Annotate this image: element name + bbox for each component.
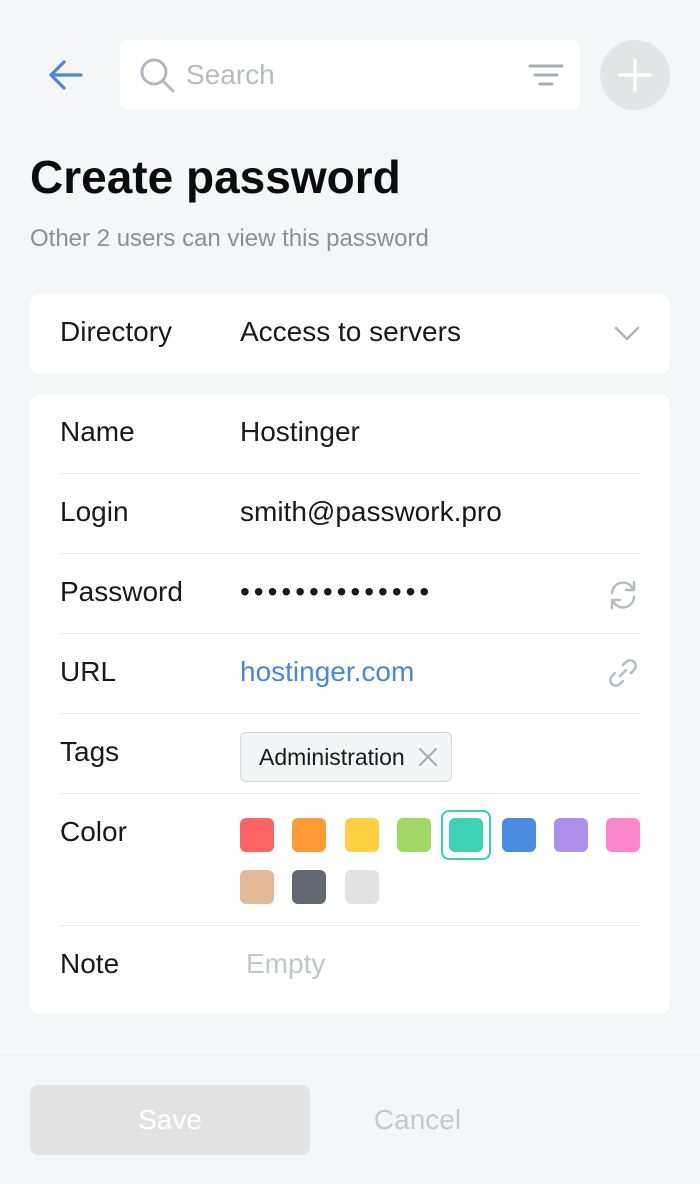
name-label: Name <box>60 416 135 447</box>
url-link[interactable]: hostinger.com <box>240 656 414 688</box>
color-swatch[interactable] <box>345 870 379 904</box>
add-button[interactable] <box>600 40 670 110</box>
name-field[interactable]: Hostinger <box>240 416 360 448</box>
search-icon <box>140 58 175 93</box>
url-row: URL hostinger.com <box>60 656 640 696</box>
note-label: Note <box>60 948 120 979</box>
password-label: Password <box>60 576 183 607</box>
refresh-icon[interactable] <box>606 578 640 612</box>
color-swatch[interactable] <box>397 818 431 852</box>
selected-color-ring[interactable] <box>441 810 491 860</box>
divider <box>60 553 640 554</box>
page-subtitle: Other 2 users can view this password <box>30 225 429 252</box>
color-row: Color <box>60 810 640 916</box>
color-label: Color <box>60 816 127 847</box>
divider <box>60 713 640 714</box>
directory-select[interactable]: Directory Access to servers <box>30 294 670 374</box>
filter-icon[interactable] <box>524 58 568 92</box>
divider <box>60 633 640 634</box>
directory-value[interactable]: Access to servers <box>240 316 461 348</box>
tag-label: Administration <box>259 743 405 770</box>
directory-label: Directory <box>60 316 173 347</box>
login-field[interactable]: smith@passwork.pro <box>240 496 502 528</box>
color-swatch[interactable] <box>554 818 588 852</box>
cancel-button[interactable]: Cancel <box>330 1085 505 1155</box>
color-swatch[interactable] <box>240 818 274 852</box>
color-swatch[interactable] <box>292 818 326 852</box>
color-swatch[interactable] <box>502 818 536 852</box>
login-row: Login smith@passwork.pro <box>60 496 640 536</box>
close-icon[interactable] <box>417 746 439 768</box>
divider <box>60 793 640 794</box>
color-swatch[interactable] <box>292 870 326 904</box>
name-row: Name Hostinger <box>60 416 640 456</box>
color-swatch[interactable] <box>240 870 274 904</box>
action-bar: Save Cancel <box>0 1054 700 1184</box>
url-label: URL <box>60 656 117 687</box>
chevron-down-icon[interactable] <box>614 322 640 344</box>
password-row: Password •••••••••••••• <box>60 576 640 616</box>
login-label: Login <box>60 496 129 527</box>
divider <box>60 473 640 474</box>
link-icon[interactable] <box>606 656 640 690</box>
page-title: Create password <box>30 151 401 203</box>
back-button[interactable] <box>40 54 90 96</box>
top-bar <box>0 40 700 110</box>
color-swatch[interactable] <box>606 818 640 852</box>
note-field[interactable]: Empty <box>246 948 325 980</box>
password-form: Name Hostinger Login smith@passwork.pro … <box>30 394 670 1014</box>
search-input[interactable] <box>186 54 506 96</box>
arrow-left-icon <box>49 60 83 90</box>
plus-icon <box>618 58 652 92</box>
tags-label: Tags <box>60 736 120 767</box>
note-row: Note Empty <box>60 948 640 988</box>
directory-row: Directory Access to servers <box>60 294 640 374</box>
tags-row: Tags Administration <box>60 732 640 782</box>
save-button[interactable]: Save <box>30 1085 310 1155</box>
search-box <box>120 40 580 110</box>
color-swatch[interactable] <box>345 818 379 852</box>
password-field[interactable]: •••••••••••••• <box>240 576 433 608</box>
divider <box>60 925 640 926</box>
tag-chip[interactable]: Administration <box>240 732 452 782</box>
